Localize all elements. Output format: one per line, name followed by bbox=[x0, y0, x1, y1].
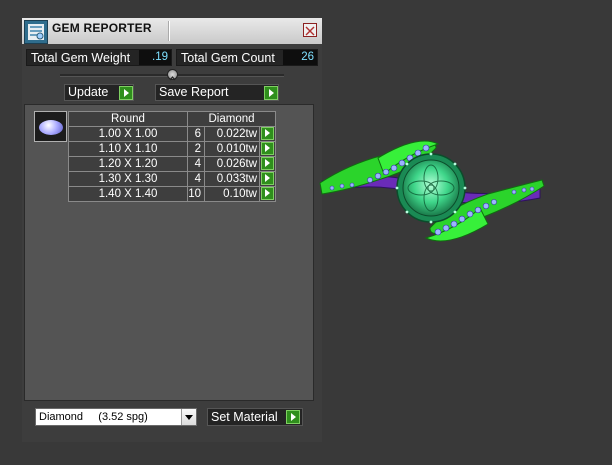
play-arrow-icon bbox=[119, 86, 133, 100]
app-icon bbox=[24, 20, 48, 44]
play-arrow-icon bbox=[261, 127, 274, 140]
gem-weight-cell: 0.010tw bbox=[204, 141, 260, 157]
total-gem-weight-field: Total Gem Weight .19 bbox=[26, 49, 172, 66]
table-row: 1.40 X 1.40 10 0.10tw bbox=[68, 186, 276, 202]
column-header-shape: Round bbox=[68, 111, 188, 127]
column-header-material: Diamond bbox=[187, 111, 276, 127]
total-gem-weight-value: .19 bbox=[139, 50, 171, 65]
row-select-button[interactable] bbox=[259, 156, 276, 172]
gem-thumbnail-icon[interactable] bbox=[34, 111, 67, 142]
panel-resize-handle[interactable] bbox=[167, 69, 178, 81]
material-dropdown-value: Diamond (3.52 spg) bbox=[39, 411, 148, 423]
table-row: 1.20 X 1.20 4 0.026tw bbox=[68, 156, 276, 172]
gem-weight-cell: 0.022tw bbox=[204, 126, 260, 142]
gem-count-cell: 4 bbox=[187, 156, 205, 172]
row-select-button[interactable] bbox=[259, 141, 276, 157]
save-report-button-label: Save Report bbox=[159, 85, 229, 99]
play-arrow-icon bbox=[261, 142, 274, 155]
total-gem-count-value: 26 bbox=[283, 50, 317, 65]
table-row: 1.30 X 1.30 4 0.033tw bbox=[68, 171, 276, 187]
gem-weight-cell: 0.026tw bbox=[204, 156, 260, 172]
set-material-button[interactable]: Set Material bbox=[207, 408, 303, 426]
material-dropdown[interactable]: Diamond (3.52 spg) bbox=[35, 408, 197, 426]
table-row: 1.00 X 1.00 6 0.022tw bbox=[68, 126, 276, 142]
close-button[interactable] bbox=[303, 23, 317, 37]
total-gem-count-field: Total Gem Count 26 bbox=[176, 49, 318, 66]
set-material-button-label: Set Material bbox=[211, 410, 278, 424]
row-select-button[interactable] bbox=[259, 126, 276, 142]
play-arrow-icon bbox=[261, 172, 274, 185]
dropdown-arrow-icon[interactable] bbox=[181, 409, 196, 425]
material-bar: Diamond (3.52 spg) Set Material bbox=[22, 402, 322, 442]
gem-size-cell: 1.10 X 1.10 bbox=[68, 141, 188, 157]
row-select-button[interactable] bbox=[259, 186, 276, 202]
gem-size-cell: 1.40 X 1.40 bbox=[68, 186, 188, 202]
table-row: 1.10 X 1.10 2 0.010tw bbox=[68, 141, 276, 157]
play-arrow-icon bbox=[261, 157, 274, 170]
title-bar[interactable]: GEM REPORTER bbox=[22, 18, 322, 44]
update-button-label: Update bbox=[68, 85, 109, 99]
gem-count-cell: 2 bbox=[187, 141, 205, 157]
gem-count-cell: 4 bbox=[187, 171, 205, 187]
gem-count-cell: 6 bbox=[187, 126, 205, 142]
gem-weight-cell: 0.10tw bbox=[204, 186, 260, 202]
round-gem-shape bbox=[39, 120, 63, 135]
play-arrow-icon bbox=[261, 187, 274, 200]
ring-3d-preview[interactable] bbox=[318, 128, 548, 258]
gem-count-cell: 10 bbox=[187, 186, 205, 202]
save-report-button[interactable]: Save Report bbox=[155, 84, 279, 101]
total-gem-weight-label: Total Gem Weight bbox=[31, 51, 131, 65]
gem-weight-cell: 0.033tw bbox=[204, 171, 260, 187]
table-header-row: Round Diamond bbox=[68, 111, 276, 127]
gem-list-area[interactable]: Round Diamond 1.00 X 1.00 6 0.022tw 1.10… bbox=[24, 104, 314, 401]
gem-size-cell: 1.00 X 1.00 bbox=[68, 126, 188, 142]
title-divider bbox=[168, 21, 169, 41]
play-arrow-icon bbox=[286, 410, 300, 424]
center-gem bbox=[402, 159, 460, 217]
total-gem-count-label: Total Gem Count bbox=[181, 51, 275, 65]
gem-size-cell: 1.20 X 1.20 bbox=[68, 156, 188, 172]
row-select-button[interactable] bbox=[259, 171, 276, 187]
gem-size-cell: 1.30 X 1.30 bbox=[68, 171, 188, 187]
close-icon bbox=[305, 26, 315, 36]
window-title: GEM REPORTER bbox=[52, 21, 152, 35]
update-button[interactable]: Update bbox=[64, 84, 134, 101]
chevron-up-icon bbox=[169, 76, 176, 81]
play-arrow-icon bbox=[264, 86, 278, 100]
gem-table: Round Diamond 1.00 X 1.00 6 0.022tw 1.10… bbox=[68, 111, 276, 202]
gem-reporter-panel: GEM REPORTER Total Gem Weight .19 Total … bbox=[22, 18, 322, 442]
